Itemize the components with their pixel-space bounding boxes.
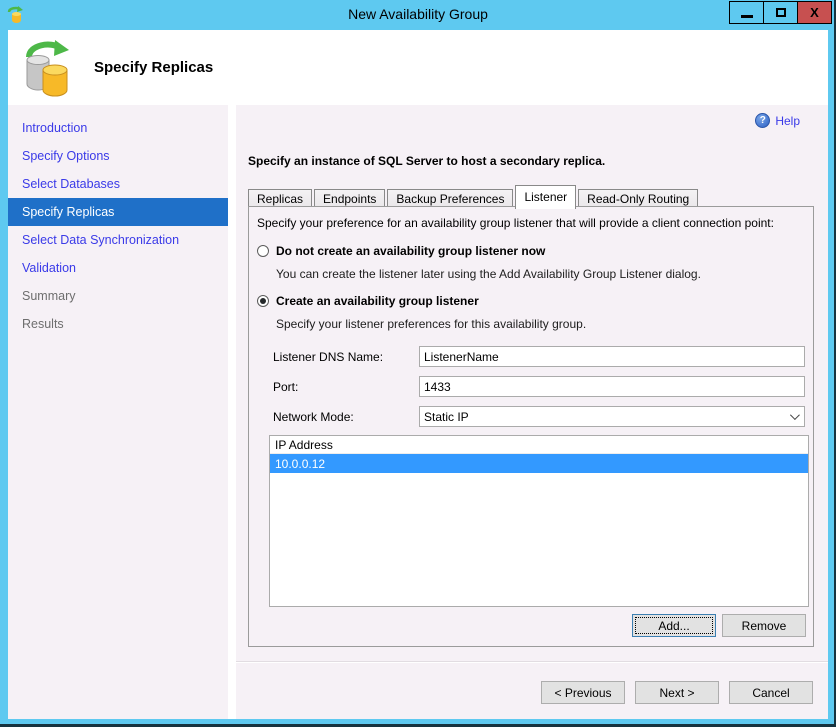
sidebar-item-select-databases[interactable]: Select Databases [8,170,228,198]
radio-create-listener[interactable]: Create an availability group listener [257,294,479,308]
sidebar-item-summary: Summary [22,289,76,303]
network-mode-row: Network Mode: Static IP [273,406,805,427]
wizard-steps-sidebar: Introduction Specify Options Select Data… [8,105,228,719]
listener-description: Specify your preference for an availabil… [257,216,774,230]
sidebar-item-validation[interactable]: Validation [8,254,228,282]
window-title: New Availability Group [348,6,488,22]
listener-tab-page: Specify your preference for an availabil… [248,206,814,647]
cancel-button[interactable]: Cancel [729,681,813,704]
page-title: Specify Replicas [94,59,214,76]
close-button[interactable]: X [797,1,832,24]
ip-address-list: IP Address 10.0.0.12 [269,435,809,607]
ip-address-row[interactable]: 10.0.0.12 [270,454,808,473]
previous-button[interactable]: < Previous [541,681,625,704]
maximize-icon [775,8,786,17]
radio-unchecked-icon [257,245,269,257]
wizard-navigation: < Previous Next > Cancel [541,681,813,704]
tab-listener[interactable]: Listener [515,185,577,209]
network-mode-label: Network Mode: [273,409,354,424]
remove-button[interactable]: Remove [722,614,806,637]
dns-name-input[interactable] [419,346,805,367]
sidebar-item-introduction[interactable]: Introduction [8,114,228,142]
network-mode-value: Static IP [424,409,469,424]
dns-name-row: Listener DNS Name: [273,346,805,367]
sidebar-divider [228,105,236,719]
sidebar-item-specify-replicas[interactable]: Specify Replicas [8,198,228,226]
footer-divider [236,661,828,663]
help-icon: ? [755,113,771,128]
radio-no-listener-description: You can create the listener later using … [276,267,701,281]
replicas-icon [26,39,69,97]
port-label: Port: [273,379,299,394]
radio-no-listener[interactable]: Do not create an availability group list… [257,244,545,258]
help-label: Help [775,113,800,128]
port-row: Port: [273,376,805,397]
titlebar: New Availability Group X [0,0,836,30]
port-input[interactable] [419,376,805,397]
main-panel: ? Help Specify an instance of SQL Server… [236,105,828,719]
sidebar-item-data-sync[interactable]: Select Data Synchronization [8,226,228,254]
radio-create-listener-label: Create an availability group listener [276,294,479,308]
new-availability-group-dialog: New Availability Group X Specify Replica… [0,0,836,727]
chevron-down-icon [789,410,800,421]
sidebar-item-specify-options[interactable]: Specify Options [8,142,228,170]
wizard-header: Specify Replicas [8,30,828,105]
dns-name-label: Listener DNS Name: [273,349,384,364]
add-button[interactable]: Add... [632,614,716,637]
maximize-button[interactable] [763,1,798,24]
network-mode-select[interactable]: Static IP [419,406,805,427]
ip-list-buttons: Add... Remove [632,614,806,637]
minimize-button[interactable] [729,1,764,24]
radio-no-listener-label: Do not create an availability group list… [276,244,546,258]
sidebar-item-results: Results [22,317,64,331]
window-controls: X [729,1,832,24]
radio-checked-icon [257,295,269,307]
radio-create-listener-description: Specify your listener preferences for th… [276,317,587,331]
next-button[interactable]: Next > [635,681,719,704]
minimize-icon [740,15,753,18]
close-icon: X [810,5,819,20]
ip-address-column-header[interactable]: IP Address [270,436,808,454]
instruction-text: Specify an instance of SQL Server to hos… [248,154,606,168]
help-link[interactable]: ? Help [755,113,800,128]
